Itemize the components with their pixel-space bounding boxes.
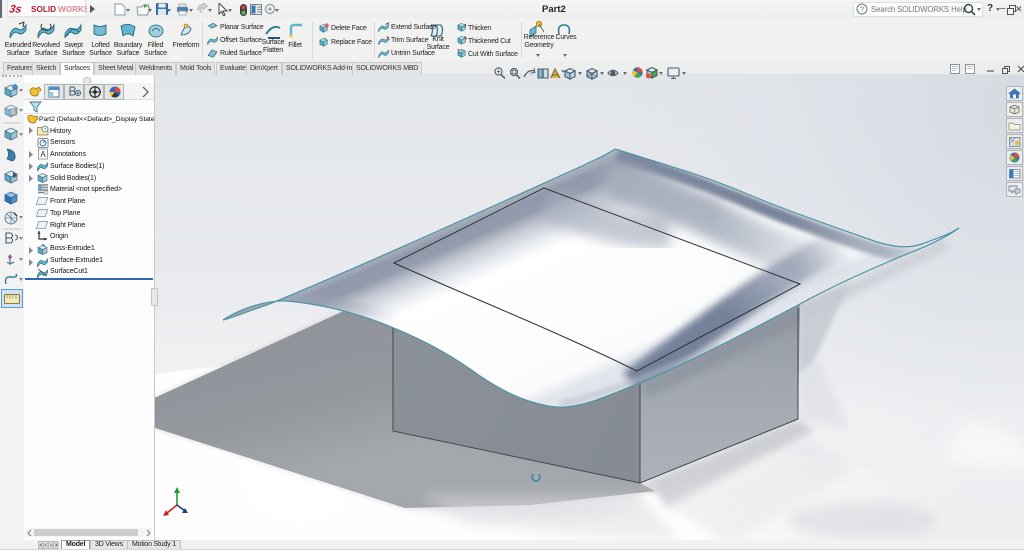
svg-text:SOLID: SOLID xyxy=(31,5,56,14)
svg-text:WORKS: WORKS xyxy=(58,5,87,14)
svg-text:A: A xyxy=(40,150,46,159)
svg-text:?: ? xyxy=(860,5,864,14)
svg-text:3s: 3s xyxy=(8,4,22,16)
